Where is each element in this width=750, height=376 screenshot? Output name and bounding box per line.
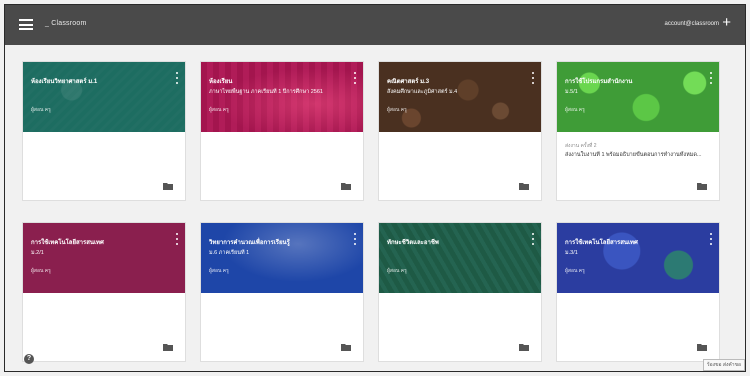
folder-icon[interactable] xyxy=(341,182,351,190)
class-teacher: ผู้สอน ครู xyxy=(565,107,585,113)
class-card[interactable]: การใช้เทคโนโลยีสารสนเทศ ม.2/1 ผู้สอน ครู xyxy=(22,222,186,362)
class-card[interactable]: ห้องเรียนวิทยาศาสตร์ ม.1 ผู้สอน ครู xyxy=(22,61,186,201)
class-card-header[interactable]: ห้องเรียน ภาษาไทยพื้นฐาน ภาคเรียนที่ 1 ป… xyxy=(201,62,363,132)
class-teacher: ผู้สอน ครู xyxy=(31,268,51,274)
class-card-header[interactable]: การใช้เทคโนโลยีสารสนเทศ ม.2/1 ผู้สอน ครู xyxy=(23,223,185,293)
class-section: ม.2/1 xyxy=(31,250,44,256)
class-card-header[interactable]: การใช้โปรแกรมสำนักงาน ม.5/1 ผู้สอน ครู xyxy=(557,62,719,132)
class-card[interactable]: การใช้เทคโนโลยีสารสนเทศ ม.3/1 ผู้สอน ครู xyxy=(556,222,720,362)
class-teacher: ผู้สอน ครู xyxy=(31,107,51,113)
class-teacher: ผู้สอน ครู xyxy=(565,268,585,274)
class-title[interactable]: การใช้เทคโนโลยีสารสนเทศ xyxy=(31,237,167,247)
folder-icon[interactable] xyxy=(163,182,173,190)
status-tooltip: ร้องขอ ส่งคำขอ xyxy=(702,359,745,371)
more-options-icon[interactable] xyxy=(353,233,356,245)
class-title[interactable]: การใช้โปรแกรมสำนักงาน xyxy=(565,76,701,86)
class-teacher: ผู้สอน ครู xyxy=(209,107,229,113)
class-title[interactable]: ห้องเรียนวิทยาศาสตร์ ม.1 xyxy=(31,76,167,86)
more-options-icon[interactable] xyxy=(175,233,178,245)
top-app-bar: _ Classroom account@classroom + xyxy=(5,5,745,45)
help-icon[interactable]: ? xyxy=(24,354,34,364)
folder-icon[interactable] xyxy=(697,182,707,190)
class-teacher: ผู้สอน ครู xyxy=(209,268,229,274)
class-teacher: ผู้สอน ครู xyxy=(387,107,407,113)
folder-icon[interactable] xyxy=(341,343,351,351)
more-options-icon[interactable] xyxy=(175,72,178,84)
class-title[interactable]: วิทยาการคำนวณเพื่อการเรียนรู้ xyxy=(209,237,345,247)
more-options-icon[interactable] xyxy=(709,72,712,84)
class-section: สังคมศึกษาและภูมิศาสตร์ ม.4 xyxy=(387,89,458,95)
class-card[interactable]: ทักษะชีวิตและอาชีพ ผู้สอน ครู xyxy=(378,222,542,362)
class-card-header[interactable]: คณิตศาสตร์ ม.3 สังคมศึกษาและภูมิศาสตร์ ม… xyxy=(379,62,541,132)
folder-icon[interactable] xyxy=(519,182,529,190)
create-join-plus-icon[interactable]: + xyxy=(722,15,731,30)
class-title[interactable]: ทักษะชีวิตและอาชีพ xyxy=(387,237,523,247)
class-card-header[interactable]: ห้องเรียนวิทยาศาสตร์ ม.1 ผู้สอน ครู xyxy=(23,62,185,132)
folder-icon[interactable] xyxy=(163,343,173,351)
class-section: ม.5/1 xyxy=(565,89,578,95)
assignment-due-label: ส่งงาน ครั้งที่ 2 xyxy=(565,143,597,149)
folder-icon[interactable] xyxy=(519,343,529,351)
class-title[interactable]: ห้องเรียน xyxy=(209,76,345,86)
class-teacher: ผู้สอน ครู xyxy=(387,268,407,274)
account-label[interactable]: account@classroom xyxy=(665,21,719,27)
class-title[interactable]: คณิตศาสตร์ ม.3 xyxy=(387,76,523,86)
hamburger-menu-icon[interactable] xyxy=(19,19,33,30)
class-card[interactable]: การใช้โปรแกรมสำนักงาน ม.5/1 ผู้สอน ครู ส… xyxy=(556,61,720,201)
class-card-header[interactable]: ทักษะชีวิตและอาชีพ ผู้สอน ครู xyxy=(379,223,541,293)
class-card[interactable]: คณิตศาสตร์ ม.3 สังคมศึกษาและภูมิศาสตร์ ม… xyxy=(378,61,542,201)
class-card-header[interactable]: วิทยาการคำนวณเพื่อการเรียนรู้ ม.6 ภาคเรี… xyxy=(201,223,363,293)
more-options-icon[interactable] xyxy=(531,72,534,84)
class-card[interactable]: ห้องเรียน ภาษาไทยพื้นฐาน ภาคเรียนที่ 1 ป… xyxy=(200,61,364,201)
more-options-icon[interactable] xyxy=(531,233,534,245)
class-title[interactable]: การใช้เทคโนโลยีสารสนเทศ xyxy=(565,237,701,247)
assignment-title[interactable]: ส่งงานใบงานที่ 1 พร้อมอธิบายขั้นตอนการทำ… xyxy=(565,151,709,159)
more-options-icon[interactable] xyxy=(353,72,356,84)
class-card[interactable]: วิทยาการคำนวณเพื่อการเรียนรู้ ม.6 ภาคเรี… xyxy=(200,222,364,362)
class-section: ม.6 ภาคเรียนที่ 1 xyxy=(209,250,250,256)
class-section: ภาษาไทยพื้นฐาน ภาคเรียนที่ 1 ปีการศึกษา … xyxy=(209,89,323,95)
more-options-icon[interactable] xyxy=(709,233,712,245)
class-card-header[interactable]: การใช้เทคโนโลยีสารสนเทศ ม.3/1 ผู้สอน ครู xyxy=(557,223,719,293)
app-title[interactable]: _ Classroom xyxy=(45,20,87,27)
folder-icon[interactable] xyxy=(697,343,707,351)
class-section: ม.3/1 xyxy=(565,250,578,256)
classroom-window: _ Classroom account@classroom + ห้องเรีย… xyxy=(4,4,746,372)
